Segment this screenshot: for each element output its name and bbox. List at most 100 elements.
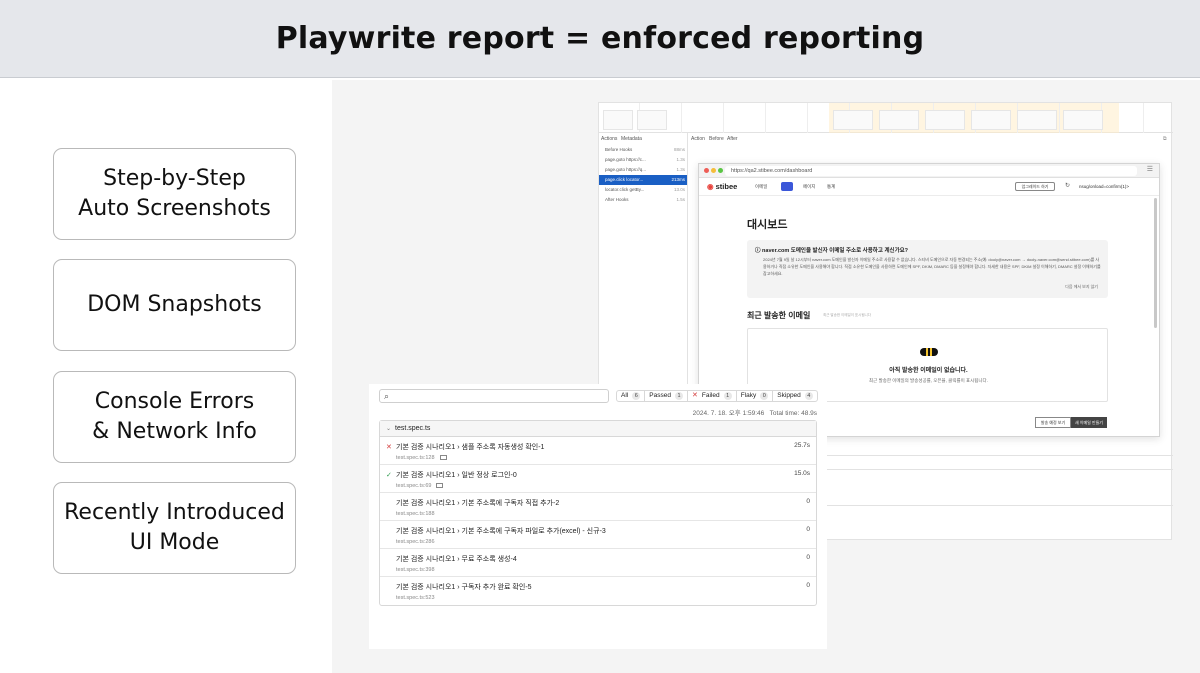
tab-actions[interactable]: Actions	[601, 136, 617, 142]
scheduled-button[interactable]: 발송 예정 보기	[1035, 417, 1071, 428]
test-duration: 0	[806, 554, 810, 561]
recent-emails-title: 최근 발송한 이메일	[747, 311, 811, 320]
test-location: test.spec.ts:523	[396, 595, 435, 601]
feature-box-console-network: Console Errors & Network Info	[53, 371, 296, 463]
timeline-thumbnail[interactable]	[833, 110, 873, 130]
test-duration: 25.7s	[794, 442, 810, 449]
timeline-thumbnail[interactable]	[925, 110, 965, 130]
new-email-button[interactable]: 새 이메일 만들기	[1071, 417, 1107, 428]
test-location: test.spec.ts:128	[396, 455, 447, 461]
notice-box: ⓘ naver.com 도메인을 발신자 이메일 주소로 사용하고 계신가요? …	[747, 240, 1108, 298]
timeline-thumbnail[interactable]	[637, 110, 667, 130]
timeline-thumbnail[interactable]	[879, 110, 919, 130]
nav-item-email[interactable]: 이메일	[755, 184, 767, 190]
maximize-dot-icon	[718, 168, 723, 173]
test-row[interactable]: 기본 검증 시나리오1 › 기본 주소록에 구독자 직접 추가-2 test.s…	[380, 493, 816, 521]
account-menu[interactable]: nsug/onload=confirm(1)>	[1079, 184, 1129, 189]
minimize-dot-icon	[711, 168, 716, 173]
timeline-thumbnail[interactable]	[603, 110, 633, 130]
test-duration: 0	[806, 526, 810, 533]
search-icon: ⌕	[384, 391, 390, 401]
nav-item-page[interactable]: 페이지	[803, 184, 815, 190]
tab-action[interactable]: Action	[691, 136, 705, 142]
timeline-thumbnail[interactable]	[1017, 110, 1057, 130]
test-name[interactable]: 기본 검증 시나리오1 › 무료 주소록 생성-4	[396, 554, 517, 564]
filter-all[interactable]: All 6	[617, 391, 646, 401]
stibee-logo[interactable]: ◉ stibee	[707, 182, 737, 191]
test-location: test.spec.ts:286	[396, 539, 435, 545]
notice-title: ⓘ naver.com 도메인을 발신자 이메일 주소로 사용하고 계신가요?	[755, 248, 909, 254]
notice-dismiss-link[interactable]: 다음 에서 보지 않기	[1065, 284, 1098, 290]
feature-box-screenshots: Step-by-Step Auto Screenshots	[53, 148, 296, 240]
bee-icon	[920, 348, 938, 356]
timeline-thumbnail[interactable]	[971, 110, 1011, 130]
test-suite: ⌄ test.spec.ts ✕ 기본 검증 시나리오1 › 샘플 주소록 자동생…	[379, 420, 817, 606]
test-row[interactable]: ✕ 기본 검증 시나리오1 › 샘플 주소록 자동생성 확인-1 test.sp…	[380, 437, 816, 465]
tab-after[interactable]: After	[727, 136, 738, 142]
feature-box-dom-snapshots: DOM Snapshots	[53, 259, 296, 351]
test-name[interactable]: 기본 검증 시나리오1 › 샘플 주소록 자동생성 확인-1	[396, 442, 544, 452]
suite-header[interactable]: ⌄ test.spec.ts	[380, 421, 816, 437]
open-external-icon[interactable]: ⧉	[1163, 136, 1167, 142]
action-row[interactable]: Before Hooks 88ms	[599, 145, 687, 155]
test-name[interactable]: 기본 검증 시나리오1 › 기본 주소록에 구독자 직접 추가-2	[396, 498, 559, 508]
test-row[interactable]: 기본 검증 시나리오1 › 무료 주소록 생성-4 test.spec.ts:3…	[380, 549, 816, 577]
empty-state-title: 아직 발송한 이메일이 없습니다.	[889, 368, 968, 374]
test-duration: 0	[806, 498, 810, 505]
run-time: 2024. 7. 18. 오후 1:59:46	[692, 410, 765, 417]
failed-icon: ✕	[692, 392, 698, 399]
timeline-thumbnail[interactable]	[1063, 110, 1103, 130]
failed-status-icon: ✕	[386, 444, 392, 451]
passed-status-icon: ✓	[386, 472, 392, 479]
action-list: Before Hooks 88ms page.goto https://c... 1…	[599, 145, 687, 205]
upgrade-button[interactable]: 업그레이드 하기	[1015, 182, 1055, 191]
action-row[interactable]: page.goto https://c... 1.3s	[599, 155, 687, 165]
trace-timeline[interactable]	[599, 103, 1173, 133]
test-name[interactable]: 기본 검증 시나리오1 › 일반 정상 로그인-0	[396, 470, 517, 480]
filter-skipped[interactable]: Skipped 4	[773, 391, 817, 401]
feature-box-ui-mode: Recently Introduced UI Mode	[53, 482, 296, 574]
test-location: test.spec.ts:69	[396, 483, 444, 489]
test-duration: 15.0s	[794, 470, 810, 477]
test-report-panel: ⌕ All 6 Passed 1 ✕ Failed 1 Flaky 0 Skipped 4 …	[369, 384, 827, 649]
test-location: test.spec.ts:188	[396, 511, 435, 517]
test-location: test.spec.ts:398	[396, 567, 435, 573]
menu-icon[interactable]: ☰	[1147, 165, 1153, 173]
search-input[interactable]: ⌕	[379, 389, 609, 403]
image-icon[interactable]	[436, 483, 444, 489]
status-filters: All 6 Passed 1 ✕ Failed 1 Flaky 0 Skipped 4	[616, 390, 818, 402]
browser-chrome: https://qa2.stibee.com/dashboard ☰	[699, 164, 1159, 178]
test-row[interactable]: 기본 검증 시나리오1 › 구독자 추가 완료 확인-5 test.spec.t…	[380, 577, 816, 605]
app-nav: ◉ stibee 이메일 페이지 통계 업그레이드 하기 ↻ nsug/onlo…	[699, 178, 1159, 196]
test-duration: 0	[806, 582, 810, 589]
info-icon: ⓘ	[755, 248, 761, 254]
filter-failed[interactable]: ✕ Failed 1	[688, 391, 737, 401]
tab-before[interactable]: Before	[709, 136, 724, 142]
chevron-down-icon: ⌄	[386, 426, 392, 432]
test-name[interactable]: 기본 검증 시나리오1 › 구독자 추가 완료 확인-5	[396, 582, 532, 592]
filter-flaky[interactable]: Flaky 0	[737, 391, 774, 401]
test-row[interactable]: ✓ 기본 검증 시나리오1 › 일반 정상 로그인-0 test.spec.ts…	[380, 465, 816, 493]
image-icon[interactable]	[439, 455, 447, 461]
total-time: Total time: 48.9s	[769, 410, 817, 417]
test-row[interactable]: 기본 검증 시나리오1 › 기본 주소록에 구독자 파일로 추가(excel) …	[380, 521, 816, 549]
action-row[interactable]: page.goto https://q... 1.3s	[599, 165, 687, 175]
nav-item-stats[interactable]: 통계	[827, 184, 835, 190]
close-dot-icon	[704, 168, 709, 173]
action-row-selected[interactable]: page.click locator... 213ms	[599, 175, 687, 185]
slide-title-bar: Playwrite report = enforced reporting	[0, 0, 1200, 78]
action-row[interactable]: locator.click getBy... 13.0s	[599, 185, 687, 195]
dashboard-title: 대시보드	[747, 219, 788, 231]
nav-highlight[interactable]	[781, 182, 793, 191]
filter-passed[interactable]: Passed 1	[645, 391, 689, 401]
run-meta: 2024. 7. 18. 오후 1:59:46 Total time: 48.9…	[693, 407, 817, 417]
action-row[interactable]: After Hooks 1.5s	[599, 195, 687, 205]
refresh-icon[interactable]: ↻	[1065, 182, 1070, 189]
test-name[interactable]: 기본 검증 시나리오1 › 기본 주소록에 구독자 파일로 추가(excel) …	[396, 526, 606, 536]
tab-metadata[interactable]: Metadata	[621, 136, 642, 142]
suite-name: test.spec.ts	[395, 425, 431, 432]
scrollbar[interactable]	[1154, 198, 1157, 328]
url-bar[interactable]: https://qa2.stibee.com/dashboard	[725, 166, 1137, 176]
recent-emails-subtitle: 최근 발송한 이메일이 표시됩니다	[823, 313, 871, 317]
slide-title: Playwrite report = enforced reporting	[275, 21, 925, 56]
